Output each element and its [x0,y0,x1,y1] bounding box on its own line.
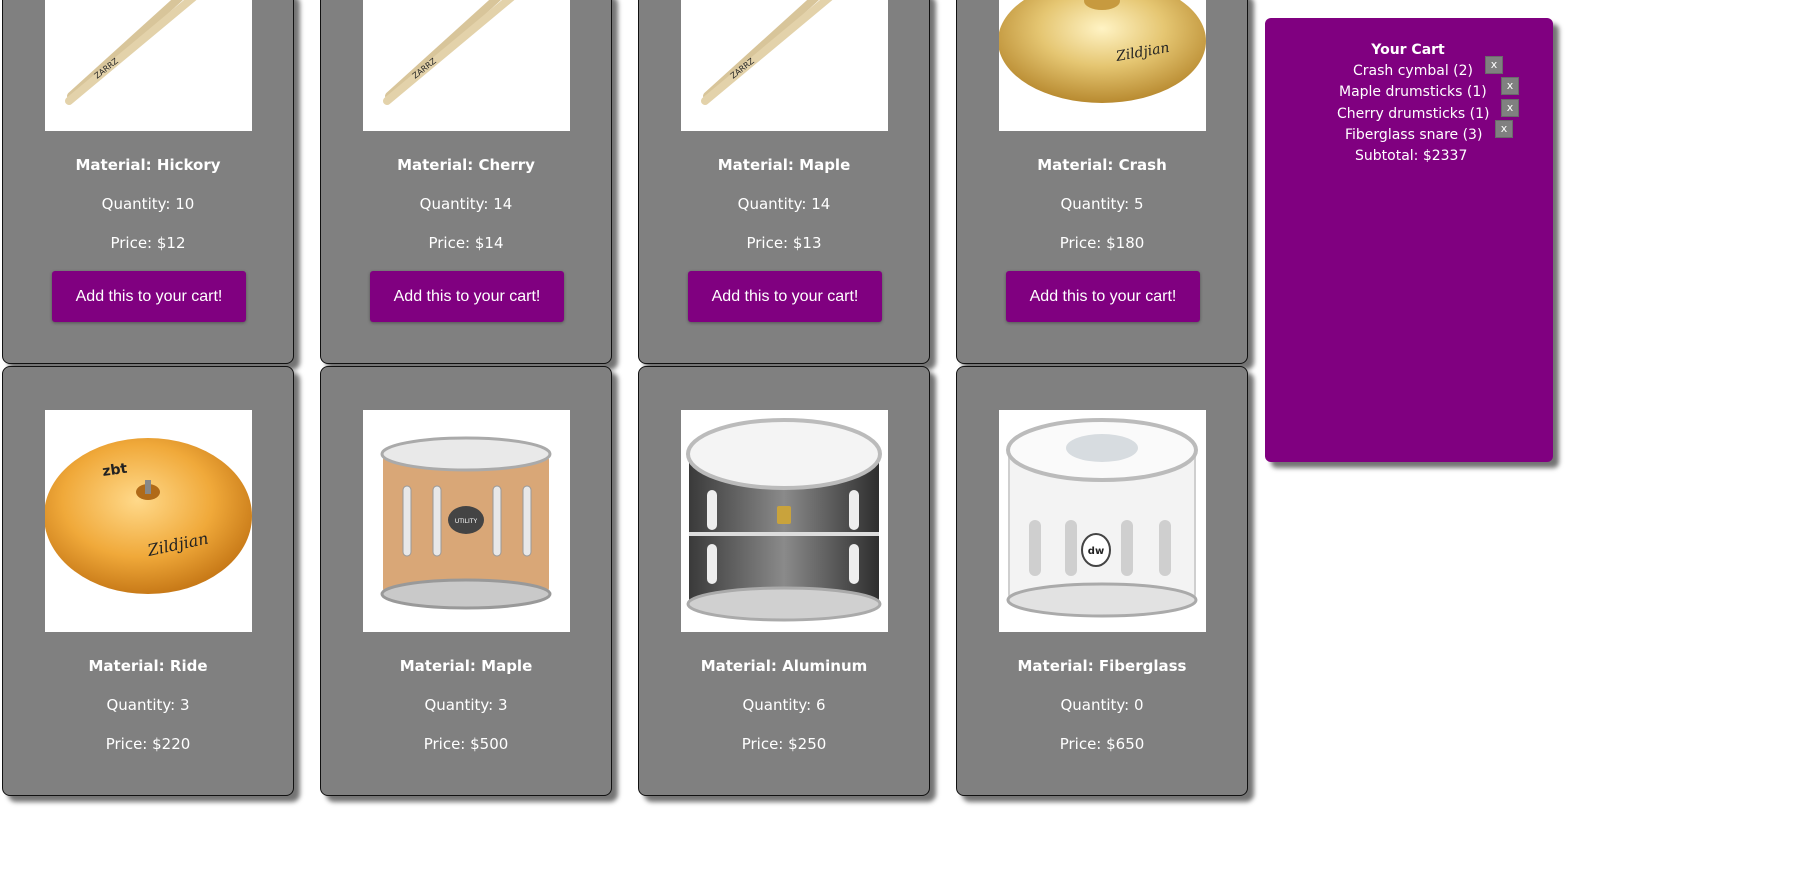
product-card: ZARRZ Material: Cherry Quantity: 14 Pric… [320,0,612,364]
material-label: Material: Maple [399,657,533,675]
product-card: zbt Zildjian Material: Ride Quantity: 3 … [2,366,294,796]
add-to-cart-button[interactable]: Add this to your cart! [52,271,246,322]
material-label: Material: Fiberglass [1017,657,1187,675]
price-label: Price: $180 [1059,234,1145,252]
add-to-cart-button[interactable]: Add this to your cart! [370,271,564,322]
drumsticks-icon: ZARRZ [65,0,197,105]
product-image: UTILITY [363,410,570,632]
ride-cymbal-icon: zbt Zildjian [45,438,252,594]
product-card: ZARRZ Material: Maple Quantity: 14 Price… [638,0,930,364]
drumsticks-icon: ZARRZ [701,0,833,105]
quantity-label: Quantity: 0 [1060,696,1144,714]
product-image [681,410,888,632]
material-label: Material: Crash [1037,156,1167,174]
price-label: Price: $250 [741,735,827,753]
material-label: Material: Ride [88,657,208,675]
product-image: ZARRZ [681,0,888,131]
crash-cymbal-icon: Zildjian [999,0,1206,103]
material-label: Material: Aluminum [700,657,868,675]
cart-subtotal: Subtotal: $2337 [1355,148,1468,164]
quantity-label: Quantity: 14 [737,195,831,213]
cart-panel: Your Cart Crash cymbal (2) x Maple drums… [1265,18,1553,462]
product-card: ZARRZ Material: Hickory Quantity: 10 Pri… [2,0,294,364]
cart-title: Your Cart [1371,42,1445,58]
material-label: Material: Hickory [75,156,221,174]
fiberglass-snare-icon: dw [1006,418,1198,618]
quantity-label: Quantity: 6 [742,696,826,714]
price-label: Price: $500 [423,735,509,753]
product-card: Material: Aluminum Quantity: 6 Price: $2… [638,366,930,796]
material-label: Material: Cherry [397,156,535,174]
add-to-cart-button[interactable]: Add this to your cart! [688,271,882,322]
quantity-label: Quantity: 3 [424,696,508,714]
remove-item-button[interactable]: x [1501,77,1519,95]
quantity-label: Quantity: 14 [419,195,513,213]
cart-item-label: Crash cymbal (2) [1353,63,1473,79]
material-label: Material: Maple [717,156,851,174]
cart-item-label: Maple drumsticks (1) [1339,84,1487,100]
product-image: dw [999,410,1206,632]
quantity-label: Quantity: 5 [1060,195,1144,213]
cart-item-label: Cherry drumsticks (1) [1337,106,1490,122]
product-card: Zildjian Material: Crash Quantity: 5 Pri… [956,0,1248,364]
price-label: Price: $220 [105,735,191,753]
product-image: Zildjian [999,0,1206,131]
price-label: Price: $650 [1059,735,1145,753]
product-card: dw Material: Fiberglass Quantity: 0 Pric… [956,366,1248,796]
remove-item-button[interactable]: x [1495,120,1513,138]
product-card: UTILITY Material: Maple Quantity: 3 Pric… [320,366,612,796]
product-image: ZARRZ [363,0,570,131]
product-image: ZARRZ [45,0,252,131]
remove-item-button[interactable]: x [1485,56,1503,74]
product-image: zbt Zildjian [45,410,252,632]
svg-text:dw: dw [1088,546,1104,557]
price-label: Price: $14 [428,234,504,252]
remove-item-button[interactable]: x [1501,99,1519,117]
price-label: Price: $13 [746,234,822,252]
cart-item-label: Fiberglass snare (3) [1345,127,1483,143]
aluminum-snare-icon [686,418,882,622]
add-to-cart-button[interactable]: Add this to your cart! [1006,271,1200,322]
quantity-label: Quantity: 10 [101,195,195,213]
svg-text:UTILITY: UTILITY [455,518,478,525]
drumsticks-icon: ZARRZ [383,0,515,105]
cart-item: Fiberglass snare (3) x [1265,120,1553,147]
quantity-label: Quantity: 3 [106,696,190,714]
price-label: Price: $12 [110,234,186,252]
maple-snare-icon: UTILITY [380,436,552,610]
